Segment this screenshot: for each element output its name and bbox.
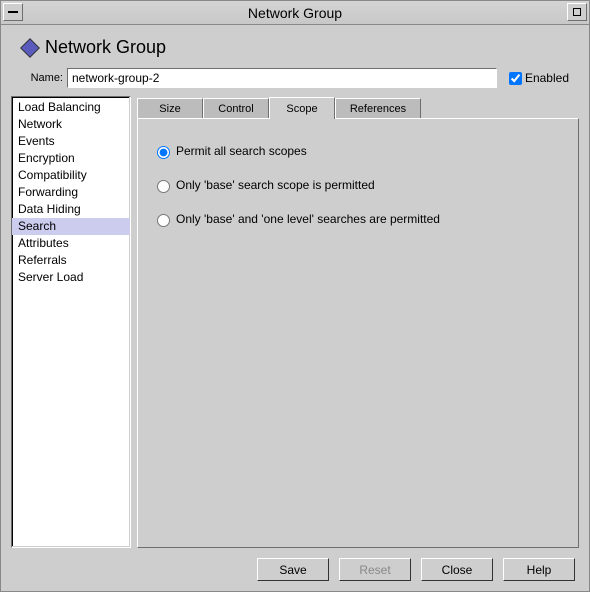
- scope-radio-2[interactable]: [157, 214, 170, 227]
- scope-label-1: Only 'base' search scope is permitted: [176, 178, 375, 192]
- category-item-encryption[interactable]: Encryption: [12, 150, 130, 167]
- category-item-events[interactable]: Events: [12, 133, 130, 150]
- help-button[interactable]: Help: [503, 558, 575, 581]
- window-title: Network Group: [248, 5, 342, 21]
- name-input[interactable]: [67, 68, 497, 88]
- tab-size[interactable]: Size: [137, 98, 203, 118]
- category-item-forwarding[interactable]: Forwarding: [12, 184, 130, 201]
- name-row: Name: Enabled: [1, 64, 589, 96]
- category-item-data-hiding[interactable]: Data Hiding: [12, 201, 130, 218]
- maximize-button[interactable]: [567, 3, 587, 21]
- enabled-checkbox[interactable]: [509, 72, 522, 85]
- system-menu-button[interactable]: [3, 3, 23, 21]
- window: Network Group Network Group Name: Enable…: [0, 0, 590, 592]
- button-bar: Save Reset Close Help: [1, 552, 589, 591]
- enabled-checkbox-wrap: Enabled: [505, 69, 569, 88]
- scope-option-base-only[interactable]: Only 'base' search scope is permitted: [152, 177, 564, 193]
- scope-radio-1[interactable]: [157, 180, 170, 193]
- tab-bar: Size Control Scope References: [137, 96, 579, 118]
- dialog-header: Network Group: [1, 25, 589, 64]
- name-label: Name:: [21, 72, 63, 84]
- tab-references[interactable]: References: [335, 98, 421, 118]
- reset-button[interactable]: Reset: [339, 558, 411, 581]
- right-pane: Size Control Scope References Permit all…: [137, 96, 579, 548]
- tab-scope[interactable]: Scope: [269, 97, 335, 119]
- category-item-search[interactable]: Search: [12, 218, 130, 235]
- scope-option-base-onelevel[interactable]: Only 'base' and 'one level' searches are…: [152, 211, 564, 227]
- category-item-referrals[interactable]: Referrals: [12, 252, 130, 269]
- category-list[interactable]: Load Balancing Network Events Encryption…: [11, 96, 131, 548]
- scope-option-permit-all[interactable]: Permit all search scopes: [152, 143, 564, 159]
- category-item-load-balancing[interactable]: Load Balancing: [12, 99, 130, 116]
- save-button[interactable]: Save: [257, 558, 329, 581]
- category-item-attributes[interactable]: Attributes: [12, 235, 130, 252]
- scope-label-2: Only 'base' and 'one level' searches are…: [176, 212, 440, 226]
- close-button[interactable]: Close: [421, 558, 493, 581]
- tab-control[interactable]: Control: [203, 98, 269, 118]
- page-title: Network Group: [45, 37, 166, 58]
- dialog-body: Network Group Name: Enabled Load Balanci…: [1, 25, 589, 591]
- category-item-compatibility[interactable]: Compatibility: [12, 167, 130, 184]
- scope-radio-0[interactable]: [157, 146, 170, 159]
- category-item-network[interactable]: Network: [12, 116, 130, 133]
- category-item-server-load[interactable]: Server Load: [12, 269, 130, 286]
- enabled-label: Enabled: [525, 71, 569, 85]
- scope-label-0: Permit all search scopes: [176, 144, 307, 158]
- network-group-icon: [20, 38, 40, 58]
- main-area: Load Balancing Network Events Encryption…: [1, 96, 589, 552]
- titlebar: Network Group: [1, 1, 589, 25]
- tab-content-scope: Permit all search scopes Only 'base' sea…: [137, 118, 579, 548]
